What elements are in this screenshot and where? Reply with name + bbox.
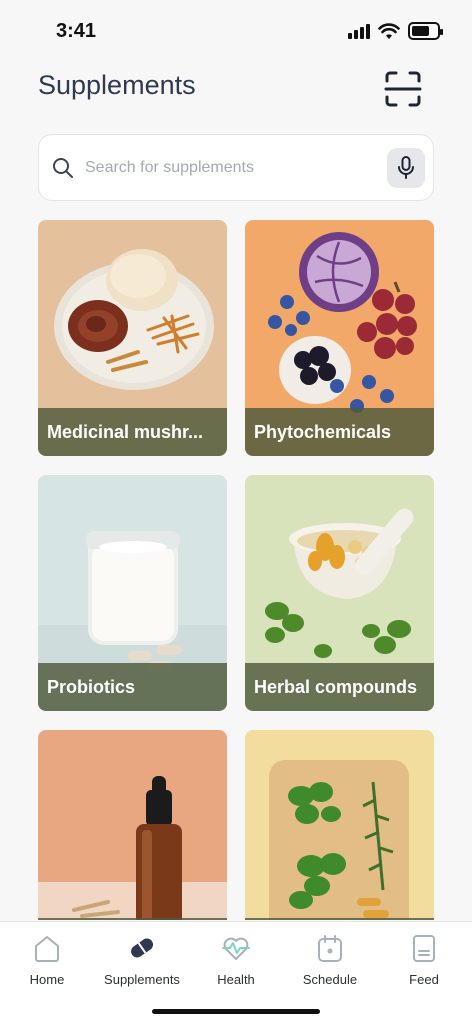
- tincture-image: [38, 730, 227, 920]
- nav-item-supplements[interactable]: Supplements: [96, 932, 188, 994]
- category-card-herbal-compounds[interactable]: Herbal compounds: [245, 475, 434, 711]
- cellular-signal-icon: [348, 23, 370, 39]
- category-card-herbs[interactable]: [245, 730, 434, 920]
- status-time: 3:41: [56, 20, 97, 42]
- nav-label-home: Home: [29, 972, 65, 987]
- home-icon: [35, 936, 59, 962]
- nav-label-health: Health: [217, 972, 255, 987]
- nav-label-feed: Feed: [409, 972, 439, 987]
- nav-item-feed[interactable]: Feed: [378, 932, 470, 994]
- scan-icon: [384, 71, 422, 107]
- category-card-phytochemicals[interactable]: Phytochemicals: [245, 220, 434, 456]
- pill-icon: [131, 938, 153, 958]
- wifi-icon: [378, 22, 400, 39]
- nav-item-health[interactable]: Health: [190, 932, 282, 994]
- search-input[interactable]: [85, 151, 375, 185]
- category-label-bar: Medicinal mushr...: [38, 408, 227, 456]
- search-icon: [53, 158, 73, 178]
- category-label: Herbal compounds: [254, 676, 418, 697]
- heartbeat-icon: [222, 937, 250, 960]
- status-icons: [348, 22, 443, 40]
- category-card-medicinal-mushrooms[interactable]: Medicinal mushr...: [38, 220, 227, 456]
- category-card-probiotics[interactable]: Probiotics: [38, 475, 227, 711]
- voice-search-button[interactable]: [387, 148, 425, 188]
- feed-icon: [413, 935, 435, 962]
- status-bar: 3:41: [0, 0, 472, 62]
- nav-item-home[interactable]: Home: [1, 932, 93, 994]
- category-label-bar: [38, 918, 227, 920]
- category-label-bar: Phytochemicals: [245, 408, 434, 456]
- scan-button[interactable]: [384, 70, 422, 108]
- category-grid: Medicinal mushr... Phytochemicals Probio…: [38, 220, 434, 920]
- category-label: Phytochemicals: [254, 421, 392, 442]
- search-bar: [38, 134, 434, 201]
- microphone-icon: [398, 156, 414, 179]
- battery-icon: [408, 22, 443, 40]
- nav-label-supplements: Supplements: [104, 972, 180, 987]
- category-label: Probiotics: [47, 676, 136, 697]
- nav-label-schedule: Schedule: [302, 972, 358, 987]
- herbs-image: [245, 730, 434, 920]
- nav-item-schedule[interactable]: Schedule: [284, 932, 376, 994]
- category-card-tincture[interactable]: [38, 730, 227, 920]
- category-label-bar: Probiotics: [38, 663, 227, 711]
- page-title: Supplements: [38, 70, 196, 100]
- calendar-icon: [318, 935, 342, 962]
- home-indicator: [152, 1009, 320, 1014]
- category-label-bar: [245, 918, 434, 920]
- category-label-bar: Herbal compounds: [245, 663, 434, 711]
- category-label: Medicinal mushr...: [47, 421, 204, 442]
